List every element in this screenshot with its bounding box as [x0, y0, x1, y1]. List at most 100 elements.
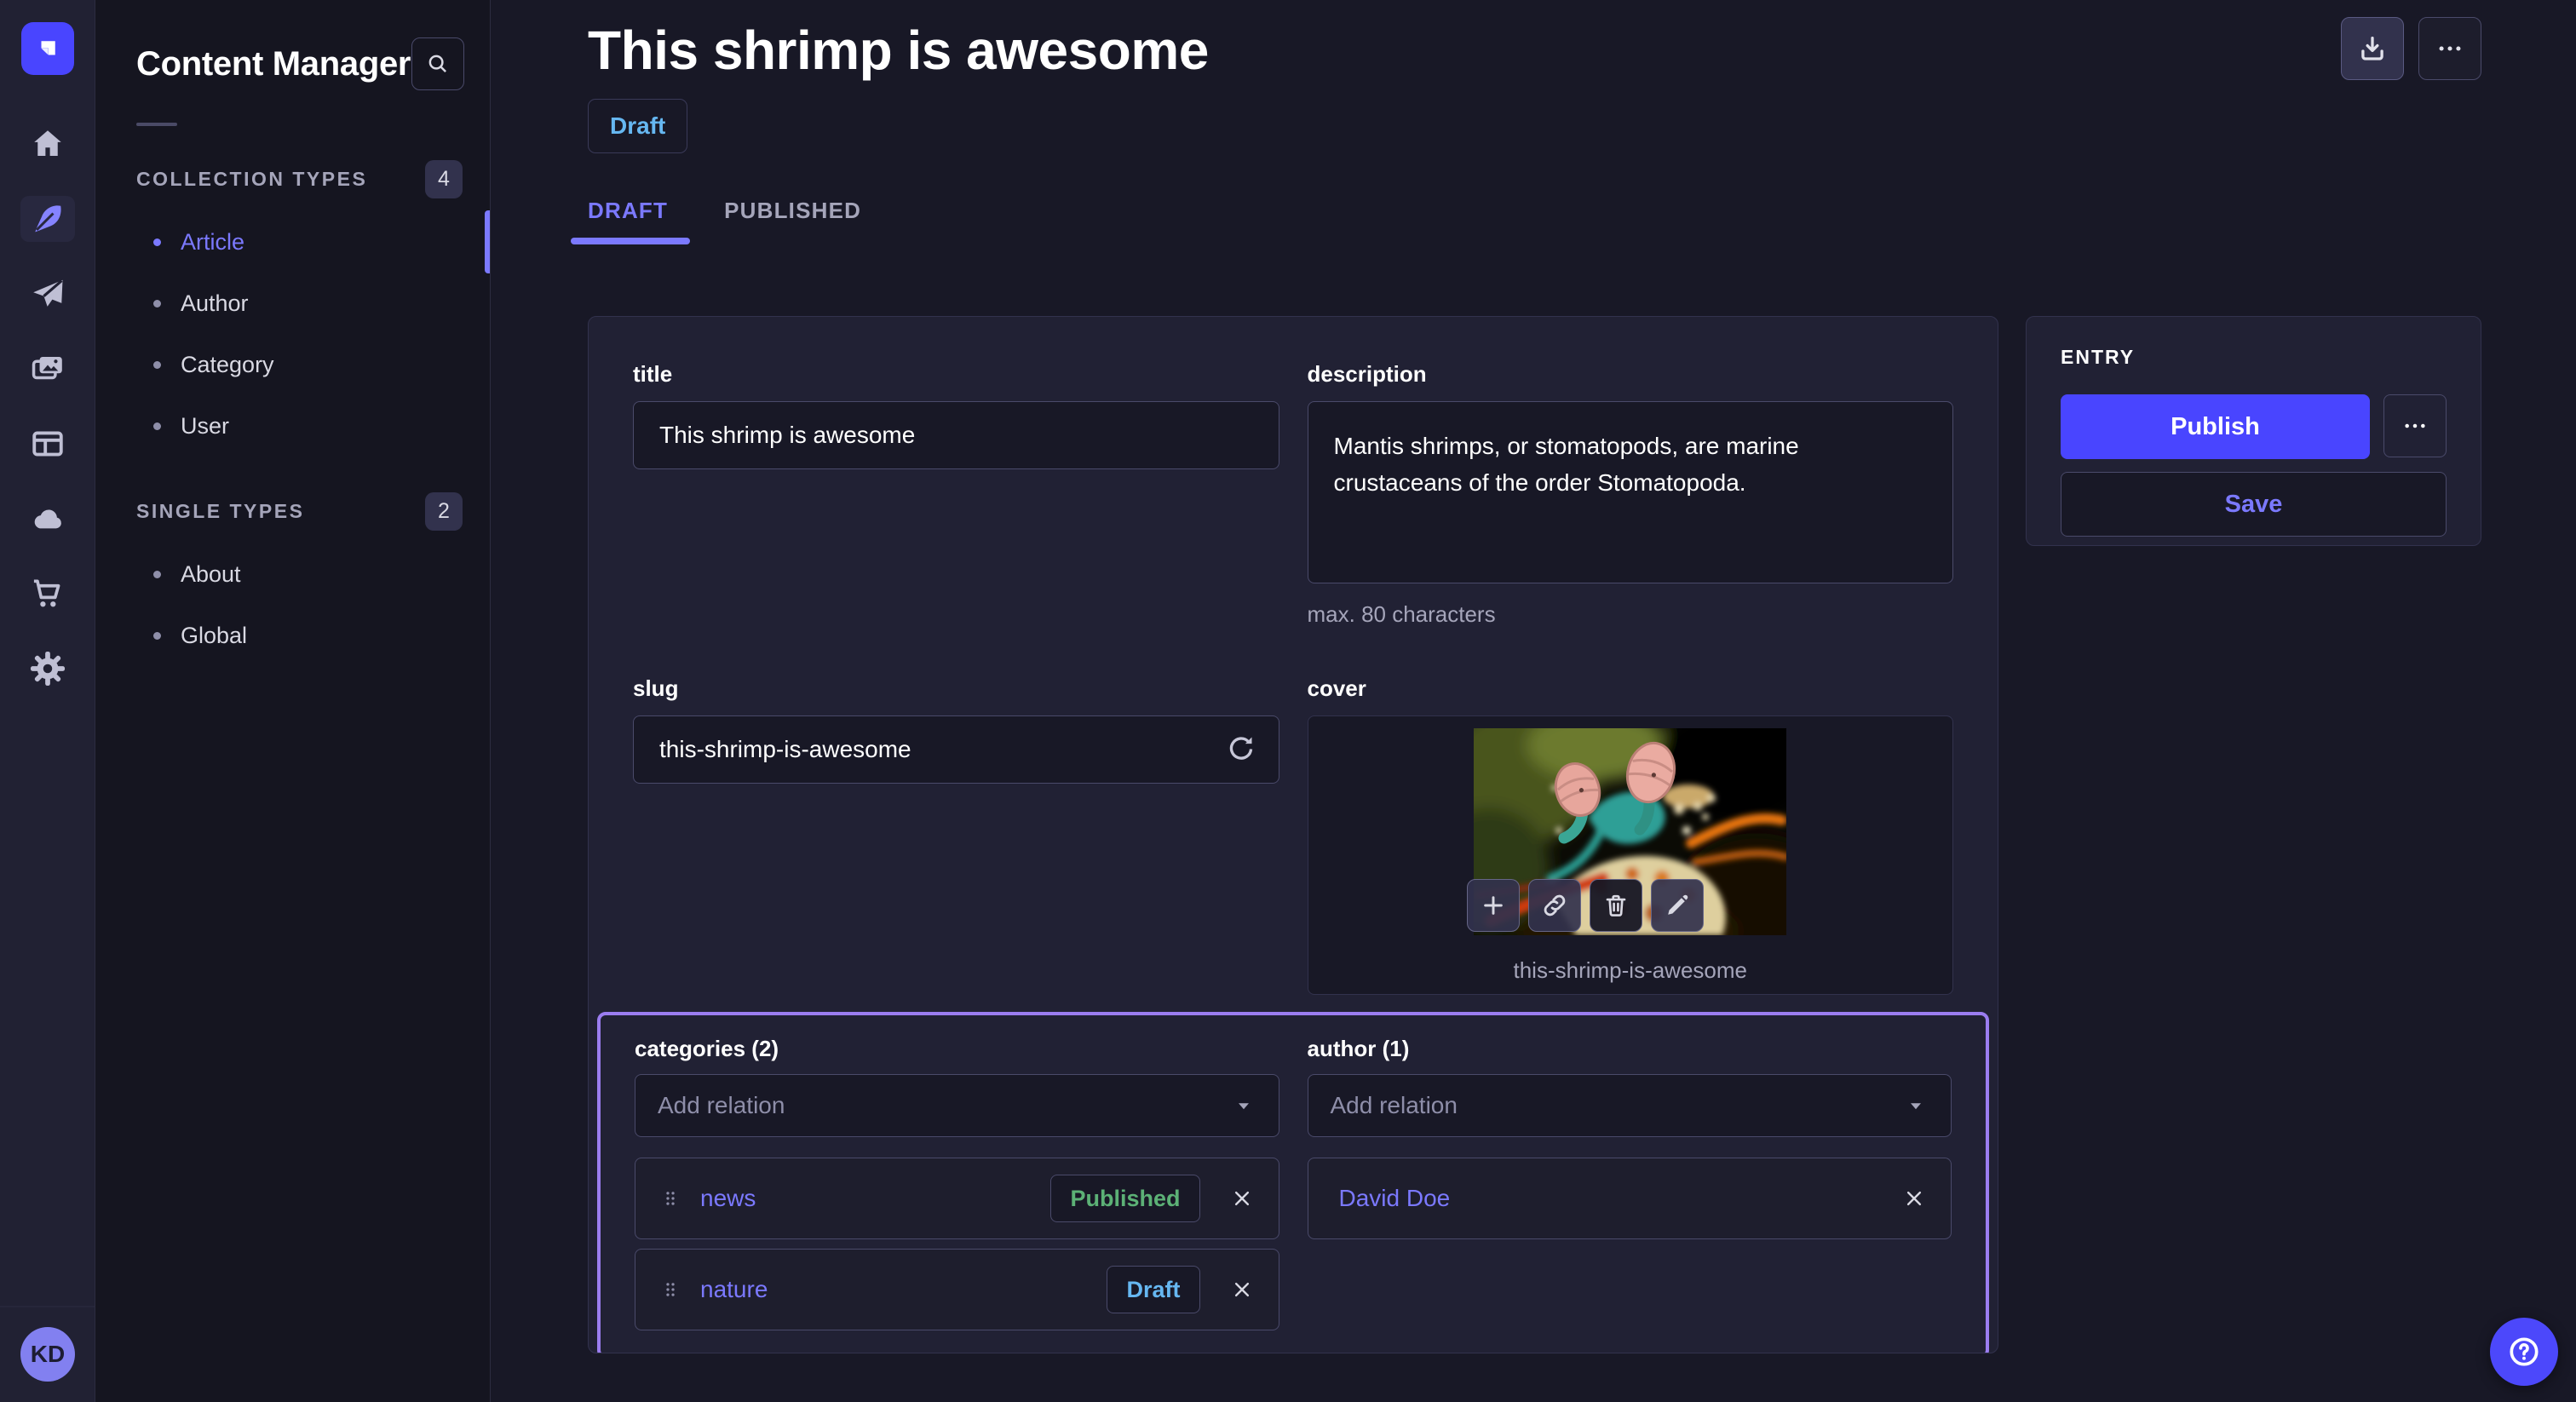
more-options-button[interactable] [2418, 17, 2481, 80]
help-button[interactable] [2490, 1318, 2558, 1386]
close-icon [1229, 1186, 1255, 1211]
entry-more-button[interactable] [2383, 394, 2447, 457]
content-manager-subnav: Content Manager COLLECTION TYPES 4 Artic… [95, 0, 491, 1402]
bullet-dot [153, 632, 161, 640]
collection-types-list: Article Author Category User [95, 211, 490, 457]
sidebar-item-author[interactable]: Author [95, 273, 490, 334]
sidebar-item-label: About [181, 561, 241, 588]
categories-field: categories (2) Add relation news [635, 1036, 1279, 1340]
sidebar-item-label: Category [181, 352, 274, 378]
cover-toolbar [1467, 879, 1704, 932]
add-asset-button[interactable] [1467, 879, 1520, 932]
status-badge: Draft [588, 99, 687, 153]
main-content: This shrimp is awesome Draft DRAFT PUBLI… [491, 0, 2576, 1402]
header-actions [2341, 17, 2481, 80]
delete-asset-button[interactable] [1590, 879, 1642, 932]
bullet-dot [153, 571, 161, 578]
nav-releases[interactable] [20, 271, 75, 317]
cover-field: cover [1308, 675, 1954, 995]
chevron-down-icon [1903, 1093, 1929, 1118]
publish-row: Publish [2061, 394, 2447, 459]
save-button[interactable]: Save [2061, 472, 2447, 537]
publish-button[interactable]: Publish [2061, 394, 2370, 459]
combobox-placeholder: Add relation [1331, 1092, 1458, 1119]
page-title: This shrimp is awesome [588, 19, 1209, 82]
section-count-badge: 4 [425, 160, 463, 198]
relation-link[interactable]: news [700, 1185, 1050, 1212]
close-icon [1901, 1186, 1927, 1211]
search-button[interactable] [411, 37, 464, 90]
remove-relation-button[interactable] [1229, 1186, 1255, 1211]
cover-image [1474, 728, 1786, 935]
content-row: title description Mantis shrimps, or sto… [588, 316, 2481, 1353]
single-types-list: About Global [95, 543, 490, 666]
question-mark-icon [2506, 1334, 2542, 1370]
cover-caption: this-shrimp-is-awesome [1514, 957, 1748, 984]
relation-item-nature[interactable]: nature Draft [635, 1249, 1279, 1330]
nav-settings[interactable] [20, 646, 75, 692]
drag-handle-icon[interactable] [659, 1278, 681, 1301]
regenerate-slug-button[interactable] [1225, 733, 1257, 765]
chevron-down-icon [1231, 1093, 1256, 1118]
slug-input[interactable] [633, 715, 1279, 784]
nav-marketplace[interactable] [20, 571, 75, 617]
home-icon [30, 126, 66, 162]
copy-link-button[interactable] [1528, 879, 1581, 932]
sidebar-item-label: User [181, 413, 229, 440]
section-label: COLLECTION TYPES [136, 168, 367, 191]
nav-content-manager[interactable] [20, 196, 75, 242]
nav-deploy-cloud[interactable] [20, 496, 75, 542]
description-input[interactable]: Mantis shrimps, or stomatopods, are mari… [1308, 401, 1954, 583]
more-horizontal-icon [2435, 34, 2464, 63]
author-add-relation-combobox[interactable]: Add relation [1308, 1074, 1952, 1137]
relation-item-news[interactable]: news Published [635, 1158, 1279, 1239]
title-input[interactable] [633, 401, 1279, 469]
remove-relation-button[interactable] [1901, 1186, 1927, 1211]
drag-handle-icon[interactable] [659, 1187, 681, 1210]
entry-heading: ENTRY [2061, 346, 2447, 369]
sidebar-item-category[interactable]: Category [95, 334, 490, 395]
single-types-header: SINGLE TYPES 2 [95, 491, 490, 531]
subnav-header: Content Manager [136, 37, 464, 90]
sidebar-item-article[interactable]: Article [95, 211, 490, 273]
description-label: description [1308, 361, 1954, 388]
pencil-icon [1664, 892, 1691, 919]
title-field: title [633, 361, 1279, 628]
edit-asset-button[interactable] [1651, 879, 1704, 932]
bullet-dot [153, 238, 161, 246]
slug-label: slug [633, 675, 1279, 702]
sidebar-item-user[interactable]: User [95, 395, 490, 457]
collection-types-header: COLLECTION TYPES 4 [95, 158, 490, 199]
title-label: title [633, 361, 1279, 388]
tab-draft[interactable]: DRAFT [588, 198, 668, 244]
layout-icon [30, 426, 66, 462]
sidebar-item-label: Global [181, 623, 247, 649]
version-tabs: DRAFT PUBLISHED [588, 198, 2481, 244]
section-label: SINGLE TYPES [136, 500, 304, 523]
nav-media-library[interactable] [20, 346, 75, 392]
strapi-logo[interactable] [21, 22, 74, 75]
export-button[interactable] [2341, 17, 2404, 80]
user-avatar[interactable]: KD [20, 1327, 75, 1382]
tab-published[interactable]: PUBLISHED [724, 198, 861, 244]
relation-link[interactable]: nature [700, 1276, 1107, 1303]
sidebar-item-global[interactable]: Global [95, 605, 490, 666]
cover-label: cover [1308, 675, 1954, 702]
cloud-icon [30, 501, 66, 537]
search-icon [425, 51, 451, 77]
collection-types-section: COLLECTION TYPES 4 Article Author Catego… [95, 158, 490, 457]
sidebar-item-about[interactable]: About [95, 543, 490, 605]
categories-add-relation-combobox[interactable]: Add relation [635, 1074, 1279, 1137]
download-icon [2357, 33, 2388, 64]
description-hint: max. 80 characters [1308, 601, 1954, 628]
relation-item-david-doe[interactable]: David Doe [1308, 1158, 1952, 1239]
bullet-dot [153, 361, 161, 369]
remove-relation-button[interactable] [1229, 1277, 1255, 1302]
cover-asset-card: this-shrimp-is-awesome [1308, 715, 1954, 995]
nav-content-type-builder[interactable] [20, 421, 75, 467]
link-icon [1541, 892, 1568, 919]
sidebar-item-label: Author [181, 290, 249, 317]
nav-home[interactable] [20, 121, 75, 167]
app-root: KD Content Manager COLLECTION TYPES 4 Ar… [0, 0, 2576, 1402]
relation-link[interactable]: David Doe [1339, 1185, 1902, 1212]
